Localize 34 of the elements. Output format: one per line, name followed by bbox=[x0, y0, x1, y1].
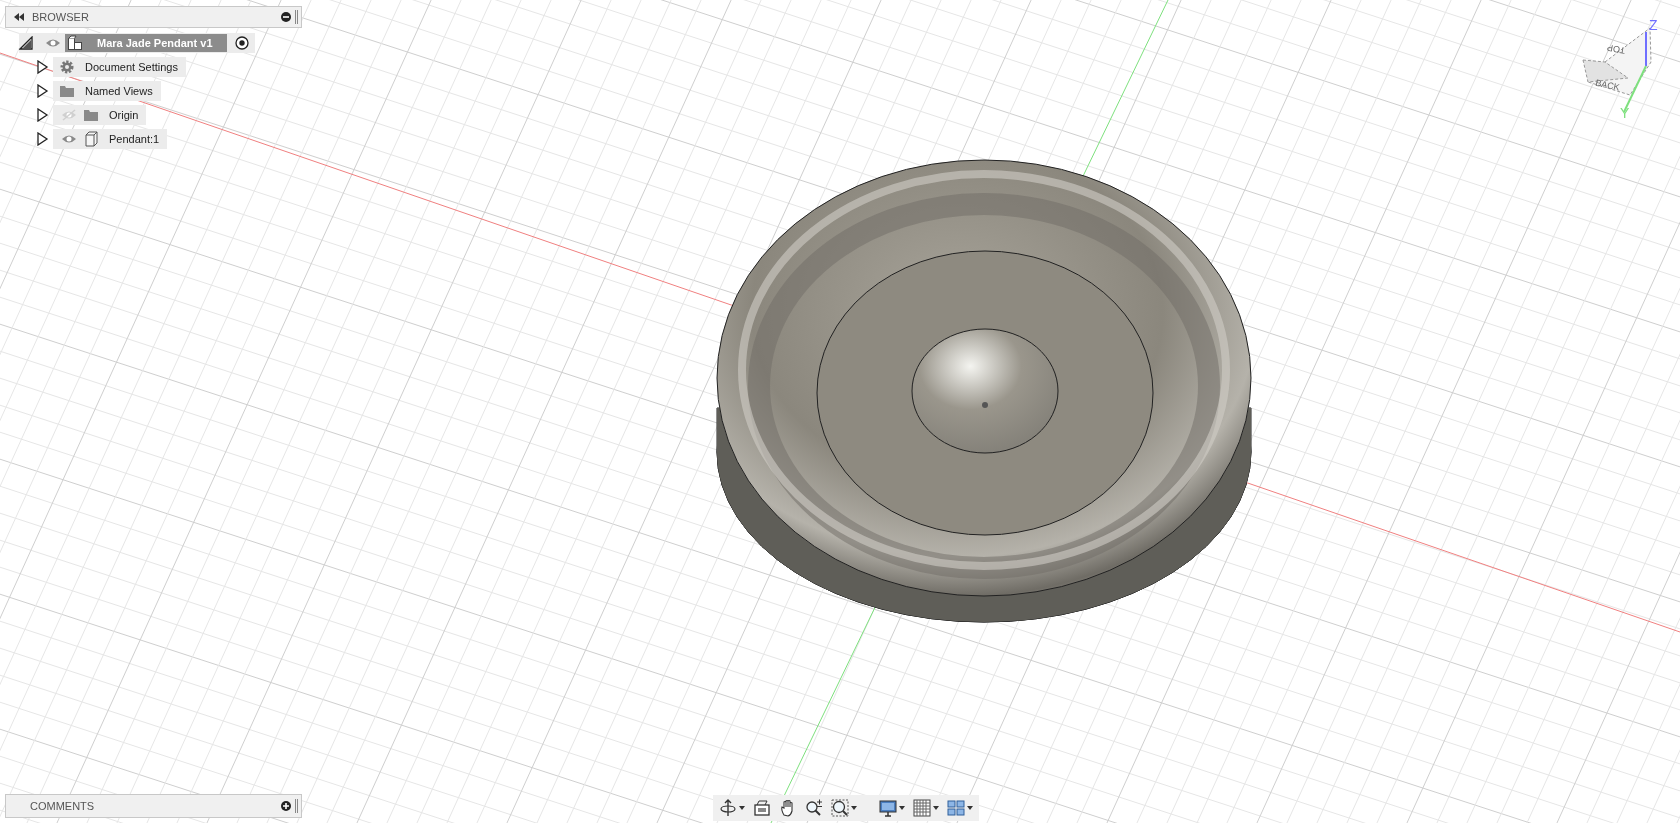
expand-triangle-icon[interactable] bbox=[35, 84, 49, 98]
collapse-triangle-icon[interactable] bbox=[19, 36, 33, 50]
active-radio-icon[interactable] bbox=[234, 36, 249, 50]
toolbar-dropdown[interactable] bbox=[831, 797, 857, 819]
eye-icon[interactable] bbox=[45, 37, 61, 49]
panel-title: COMMENTS bbox=[30, 800, 96, 812]
view-cube-face-label: TOP bbox=[1606, 42, 1627, 56]
grid-icon bbox=[913, 799, 931, 817]
expand-triangle-icon[interactable] bbox=[35, 60, 49, 74]
panel-title: BROWSER bbox=[32, 11, 90, 23]
orbit-icon bbox=[719, 799, 737, 817]
z-axis-line bbox=[1645, 31, 1647, 67]
eye-icon[interactable] bbox=[61, 133, 77, 145]
folder-icon bbox=[59, 83, 75, 99]
component-icon bbox=[67, 35, 83, 51]
add-icon[interactable] bbox=[281, 801, 291, 811]
resize-handle[interactable] bbox=[295, 10, 298, 24]
viewports-icon bbox=[947, 799, 965, 817]
axis-label: Y bbox=[1620, 105, 1630, 121]
zoom-fit-icon bbox=[831, 799, 849, 817]
toolbar-dropdown[interactable] bbox=[879, 797, 905, 819]
monitor-icon bbox=[879, 799, 897, 817]
axis-label: Z bbox=[1649, 17, 1658, 33]
collapse-icon[interactable] bbox=[14, 13, 24, 21]
folder-icon bbox=[83, 107, 99, 123]
minimize-icon[interactable] bbox=[281, 12, 291, 22]
zoom-icon bbox=[805, 799, 823, 817]
view-cube-face-label: BACK bbox=[1594, 77, 1621, 93]
resize-handle[interactable] bbox=[295, 799, 298, 813]
expand-triangle-icon[interactable] bbox=[35, 108, 49, 122]
expand-triangle-icon[interactable] bbox=[35, 132, 49, 146]
look-at-icon bbox=[753, 799, 771, 817]
toolbar-dropdown[interactable] bbox=[719, 797, 745, 819]
toolbar-button[interactable] bbox=[753, 797, 771, 819]
